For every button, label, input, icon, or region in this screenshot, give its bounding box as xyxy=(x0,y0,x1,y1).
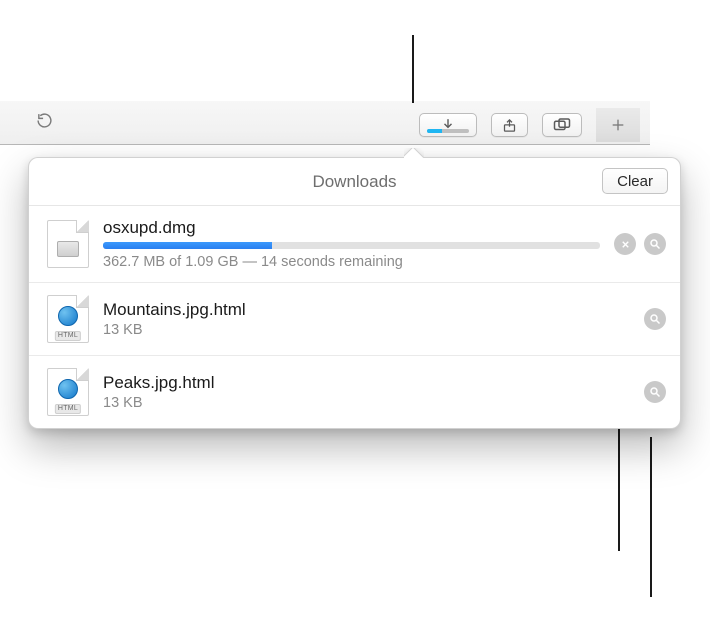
show-all-tabs-button[interactable] xyxy=(542,113,582,137)
downloads-mini-progress-fill xyxy=(427,129,442,133)
magnifier-icon xyxy=(649,238,661,250)
callout-leader-reveal xyxy=(650,437,652,597)
reveal-in-finder-button[interactable] xyxy=(644,381,666,403)
downloads-mini-progress xyxy=(427,129,469,133)
new-tab-button[interactable] xyxy=(596,108,640,142)
plus-icon xyxy=(610,117,626,133)
download-status: 13 KB xyxy=(103,322,630,338)
reveal-in-finder-button[interactable] xyxy=(644,233,666,255)
download-actions xyxy=(614,233,666,255)
stop-download-button[interactable] xyxy=(614,233,636,255)
download-body: osxupd.dmg 362.7 MB of 1.09 GB — 14 secon… xyxy=(103,218,600,270)
magnifier-icon xyxy=(649,386,661,398)
download-status: 13 KB xyxy=(103,395,630,411)
popover-caret xyxy=(404,148,424,158)
reload-button[interactable] xyxy=(28,109,60,131)
download-filename: Peaks.jpg.html xyxy=(103,373,630,393)
popover-header: Downloads Clear xyxy=(29,158,680,206)
tabs-icon xyxy=(553,118,571,132)
html-file-icon: HTML xyxy=(47,368,89,416)
download-row: HTML Peaks.jpg.html 13 KB xyxy=(29,355,680,428)
file-badge: HTML xyxy=(55,331,81,341)
stop-x-icon xyxy=(620,239,631,250)
downloads-toolbar-button[interactable] xyxy=(419,113,477,137)
share-icon xyxy=(502,118,517,133)
download-actions xyxy=(644,308,666,330)
browser-toolbar xyxy=(0,101,650,145)
callout-leader-toolbar xyxy=(412,35,414,103)
share-button[interactable] xyxy=(491,113,528,137)
download-row: osxupd.dmg 362.7 MB of 1.09 GB — 14 secon… xyxy=(29,206,680,282)
html-file-icon: HTML xyxy=(47,295,89,343)
download-progress-fill xyxy=(103,242,272,249)
file-badge: HTML xyxy=(55,404,81,414)
download-body: Peaks.jpg.html 13 KB xyxy=(103,373,630,411)
reload-icon xyxy=(36,112,53,129)
download-filename: Mountains.jpg.html xyxy=(103,300,630,320)
download-body: Mountains.jpg.html 13 KB xyxy=(103,300,630,338)
clear-button[interactable]: Clear xyxy=(602,168,668,194)
magnifier-icon xyxy=(649,313,661,325)
download-filename: osxupd.dmg xyxy=(103,218,600,238)
download-actions xyxy=(644,381,666,403)
reveal-in-finder-button[interactable] xyxy=(644,308,666,330)
downloads-popover: Downloads Clear osxupd.dmg 362.7 MB of 1.… xyxy=(28,157,681,429)
download-status: 362.7 MB of 1.09 GB — 14 seconds remaini… xyxy=(103,254,600,270)
dmg-file-icon xyxy=(47,220,89,268)
download-progress xyxy=(103,242,600,249)
download-row: HTML Mountains.jpg.html 13 KB xyxy=(29,282,680,355)
popover-title: Downloads xyxy=(312,172,396,192)
downloads-list: osxupd.dmg 362.7 MB of 1.09 GB — 14 secon… xyxy=(29,206,680,428)
